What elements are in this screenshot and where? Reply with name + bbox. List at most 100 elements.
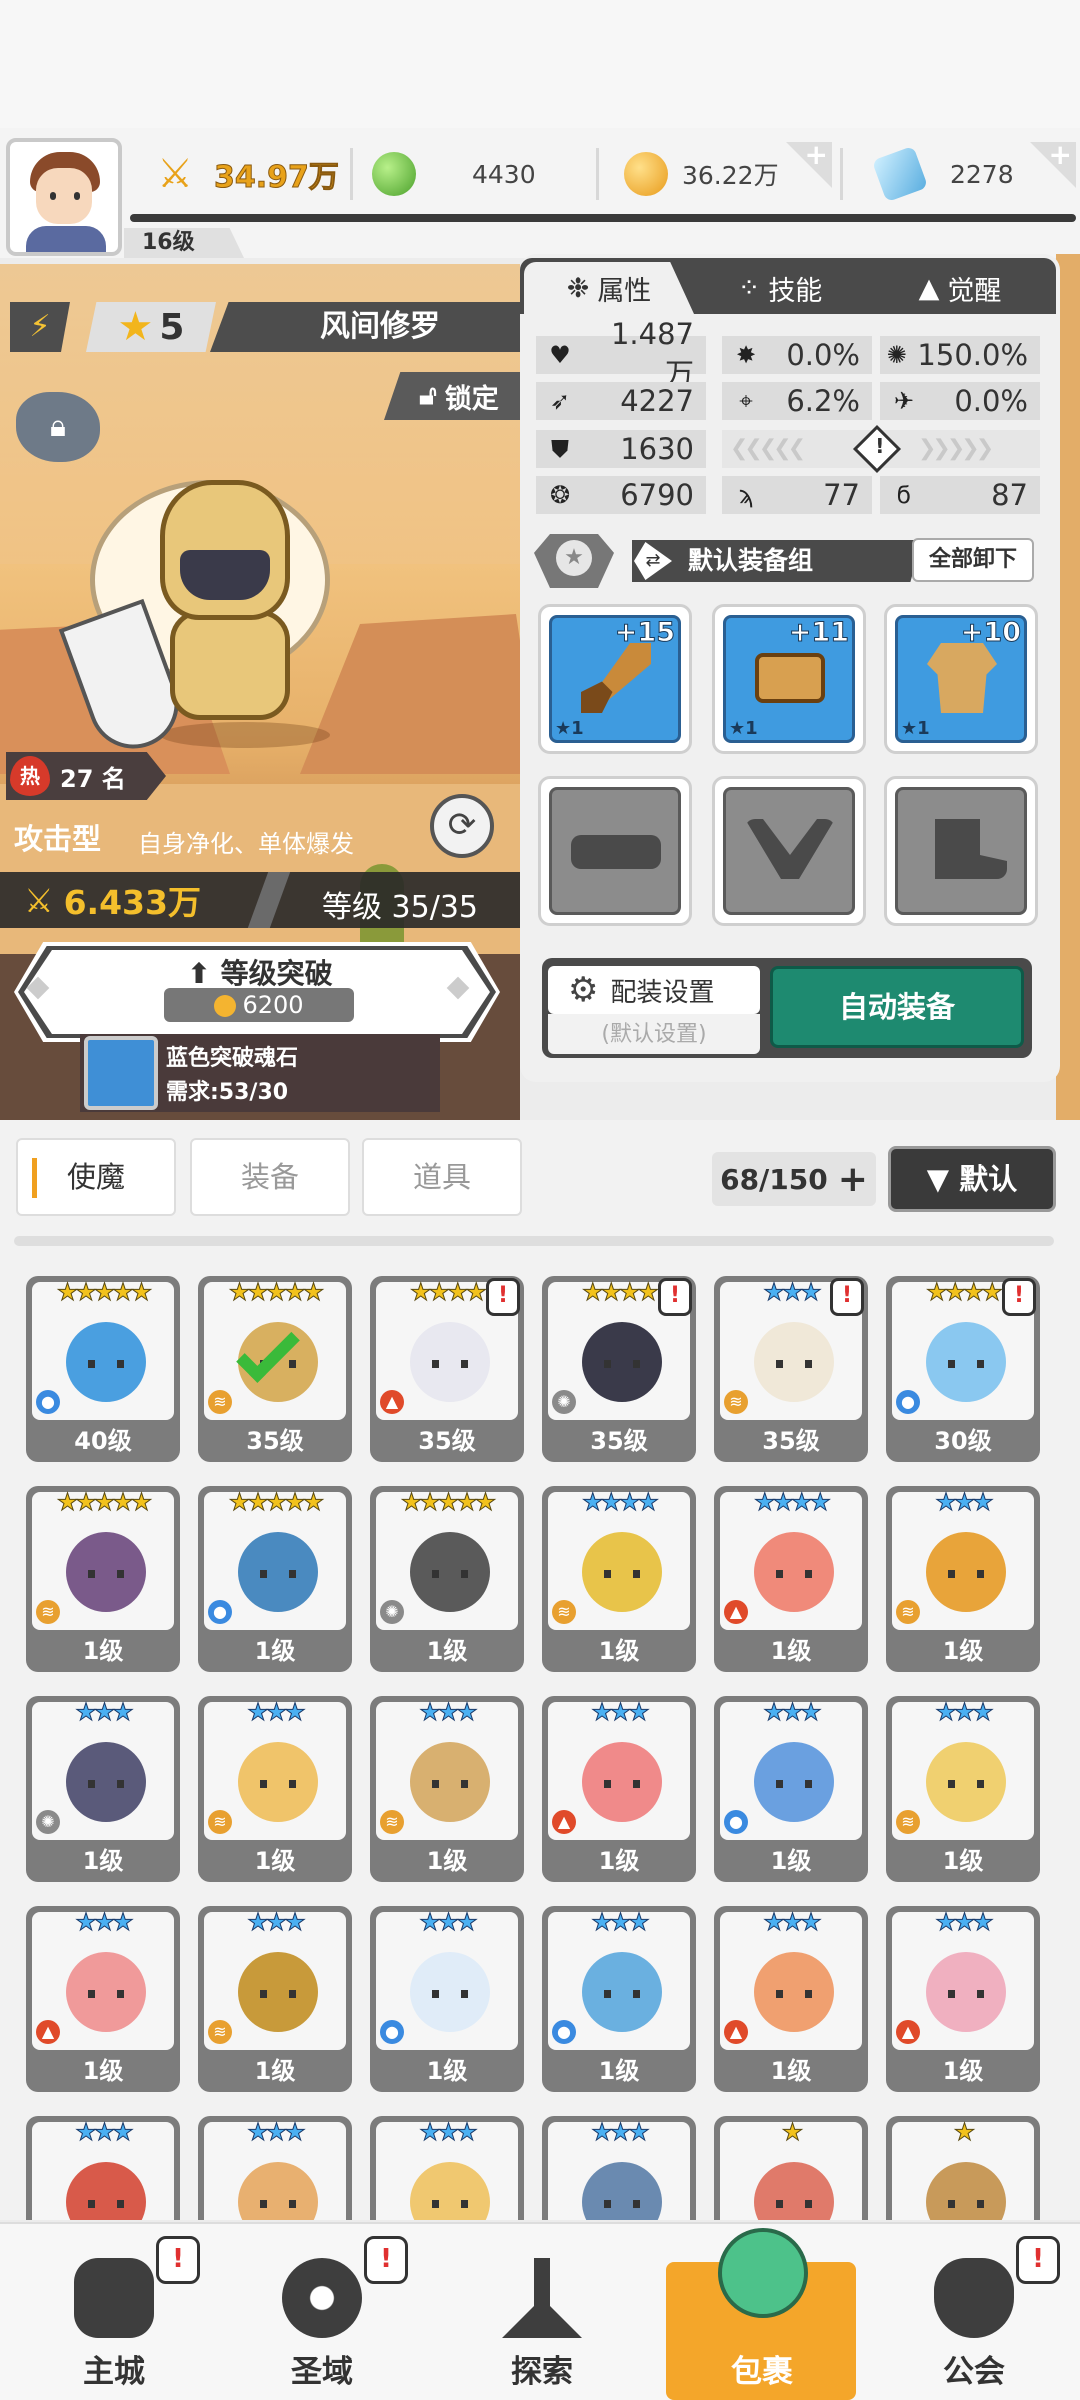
tab-awaken[interactable]: ▲ 觉醒 — [880, 262, 1040, 314]
familiar-card[interactable]: ★★★ — [370, 2116, 524, 2220]
stat-value: 0.0% — [786, 338, 860, 372]
tab-items[interactable]: 道具 — [362, 1138, 522, 1216]
familiar-card[interactable]: ★★★ ≋ 1级 — [886, 1696, 1040, 1882]
equip-set-selector[interactable]: 默认装备组 — [632, 540, 922, 582]
equip-slot-boots[interactable] — [884, 776, 1038, 926]
hero-level: 等级 35/35 — [322, 890, 478, 925]
familiar-card[interactable]: ★ — [886, 2116, 1040, 2220]
tab-label: 属性 — [597, 275, 652, 307]
hero-star-level: ★ 5 — [86, 302, 216, 352]
nav-label: 探索 — [511, 2354, 573, 2390]
familiar-card[interactable]: ★ — [714, 2116, 868, 2220]
familiar-card[interactable]: ★★★★ ✺! 35级 — [542, 1276, 696, 1462]
unequip-all-button[interactable]: 全部卸下 — [912, 538, 1034, 582]
familiar-card[interactable]: ★★★ — [198, 2116, 352, 2220]
familiar-card[interactable]: ★★★★ ≋ 1级 — [542, 1486, 696, 1672]
familiar-level: 1级 — [598, 1637, 640, 1665]
star-rating: ★★★ — [935, 1698, 995, 1727]
stat-hit: ⌖ 6.2% — [722, 382, 872, 420]
refresh-icon: ⟳ — [447, 805, 477, 845]
familiar-level: 1级 — [82, 2057, 124, 2085]
familiar-card[interactable]: ★★★ — [26, 2116, 180, 2220]
divider — [596, 148, 599, 200]
star-rating: ★★★ — [763, 1908, 823, 1937]
soulstone-icon — [84, 1036, 158, 1110]
rotate-view-button[interactable]: ⟳ — [430, 794, 494, 858]
locked-skill-icon[interactable]: 🔒︎ — [16, 392, 100, 462]
familiar-eyes — [88, 1990, 124, 1998]
familiar-card[interactable]: ★★★ ≋ 1级 — [370, 1696, 524, 1882]
diamond-icon — [871, 145, 929, 203]
equip-config-button[interactable]: ⚙ 配装设置 — [548, 966, 760, 1014]
nav-guild[interactable]: 公会 ! — [874, 2222, 1074, 2400]
tab-skills[interactable]: ⁘ 技能 — [700, 262, 860, 314]
familiar-card[interactable]: ★★★ ▲ 1级 — [714, 1906, 868, 2092]
tab-familiars[interactable]: 使魔 — [16, 1138, 176, 1216]
familiar-level: 35级 — [418, 1427, 476, 1455]
belt-empty-icon — [571, 835, 661, 869]
familiar-card[interactable]: ★★★ ● 1级 — [714, 1696, 868, 1882]
familiar-level: 1级 — [942, 1847, 984, 1875]
diamond-resource[interactable]: 2278 — [871, 145, 1014, 203]
crit-damage-icon: ✺ — [886, 341, 907, 369]
familiar-card[interactable]: ★★★ ● 1级 — [542, 1906, 696, 2092]
config-current: (默认设置) — [601, 1022, 707, 1047]
familiar-card[interactable]: ★★★★ ▲ 1级 — [714, 1486, 868, 1672]
familiar-card[interactable]: ★★★★★ ≋ 35级 — [198, 1276, 352, 1462]
stat-value: 0.0% — [954, 384, 1028, 418]
speed-icon: ❂ — [549, 481, 571, 509]
nav-explore[interactable]: 探索 — [442, 2222, 642, 2400]
gear-icon: ⚙ — [568, 970, 599, 1010]
green-gem-resource[interactable]: 4430 — [372, 146, 536, 202]
hero-star-count: 5 — [159, 306, 185, 348]
equip-slot-necklace[interactable] — [712, 776, 866, 926]
familiar-card[interactable]: ★★★ ● 1级 — [370, 1906, 524, 2092]
popularity-rank[interactable]: 热 27 名 — [6, 752, 166, 800]
equip-slot-helmet[interactable]: +11 ★1 — [712, 604, 866, 754]
familiar-card[interactable]: ★★★ ✺ 1级 — [26, 1696, 180, 1882]
stat-crit-damage: ✺ 150.0% — [880, 336, 1040, 374]
hero-character-art — [58, 460, 390, 762]
familiar-card[interactable]: ★★★ ▲ 1级 — [542, 1696, 696, 1882]
stat-separator: ❮❮❮❮❮ ! ❯❯❯❯❯ — [722, 424, 1040, 474]
familiar-eyes — [88, 1780, 124, 1788]
familiar-card[interactable]: ★★★★★ ● 1级 — [198, 1486, 352, 1672]
familiar-card[interactable]: ★★★ ≋ 1级 — [198, 1696, 352, 1882]
gold-resource[interactable]: 36.22万 — [624, 146, 779, 202]
gold-coin-icon — [214, 995, 237, 1017]
familiar-card[interactable]: ★★★★★ ● 40级 — [26, 1276, 180, 1462]
familiar-card[interactable]: ★★★★★ ≋ 1级 — [26, 1486, 180, 1672]
lock-button[interactable]: 🔓︎ 锁定 — [384, 372, 520, 420]
familiar-card[interactable]: ★★★ ▲ 1级 — [26, 1906, 180, 2092]
familiar-card[interactable]: ★★★ ▲ 1级 — [886, 1906, 1040, 2092]
tab-attributes[interactable]: ❉ 属性 — [524, 262, 694, 314]
auto-equip-button[interactable]: 自动装备 — [770, 966, 1024, 1048]
tab-equipment[interactable]: 装备 — [190, 1138, 350, 1216]
equip-slot-belt[interactable] — [538, 776, 692, 926]
familiar-card[interactable]: ★★★★★ ✺ 1级 — [370, 1486, 524, 1672]
water-element-icon: ● — [36, 1390, 60, 1414]
nav-bag[interactable]: 包裹 — [662, 2222, 862, 2400]
familiar-card[interactable]: ★★★ ≋ 1级 — [198, 1906, 352, 2092]
familiar-card[interactable]: ★★★ ≋! 35级 — [714, 1276, 868, 1462]
tab-label: 使魔 — [66, 1160, 125, 1194]
power-display: ⚔ 34.97万 — [150, 146, 339, 202]
familiar-card[interactable]: ★★★ ≋ 1级 — [886, 1486, 1040, 1672]
player-avatar[interactable] — [6, 138, 122, 256]
familiar-card[interactable]: ★★★★ ●! 30级 — [886, 1276, 1040, 1462]
equip-star: ★1 — [901, 718, 930, 739]
capacity-value: 68/150 — [720, 1162, 828, 1196]
stat-dodge: ✈ 0.0% — [880, 382, 1040, 420]
sort-dropdown[interactable]: ▼ 默认 — [888, 1146, 1056, 1212]
familiar-card[interactable]: ★★★ — [542, 2116, 696, 2220]
star-rating: ★★★ — [935, 1488, 995, 1517]
lock-icon: 🔓︎ — [419, 380, 437, 411]
stat-value: 6790 — [620, 478, 694, 512]
nav-sanctuary[interactable]: 圣域 ! — [222, 2222, 422, 2400]
equip-slot-weapon[interactable]: +15 ★1 — [538, 604, 692, 754]
equip-slot-armor[interactable]: +10 ★1 — [884, 604, 1038, 754]
familiar-eyes — [776, 1780, 812, 1788]
nav-main-city[interactable]: 主城 ! — [14, 2222, 214, 2400]
familiar-card[interactable]: ★★★★ ▲! 35级 — [370, 1276, 524, 1462]
inventory-capacity[interactable]: 68/150 + — [712, 1152, 876, 1206]
